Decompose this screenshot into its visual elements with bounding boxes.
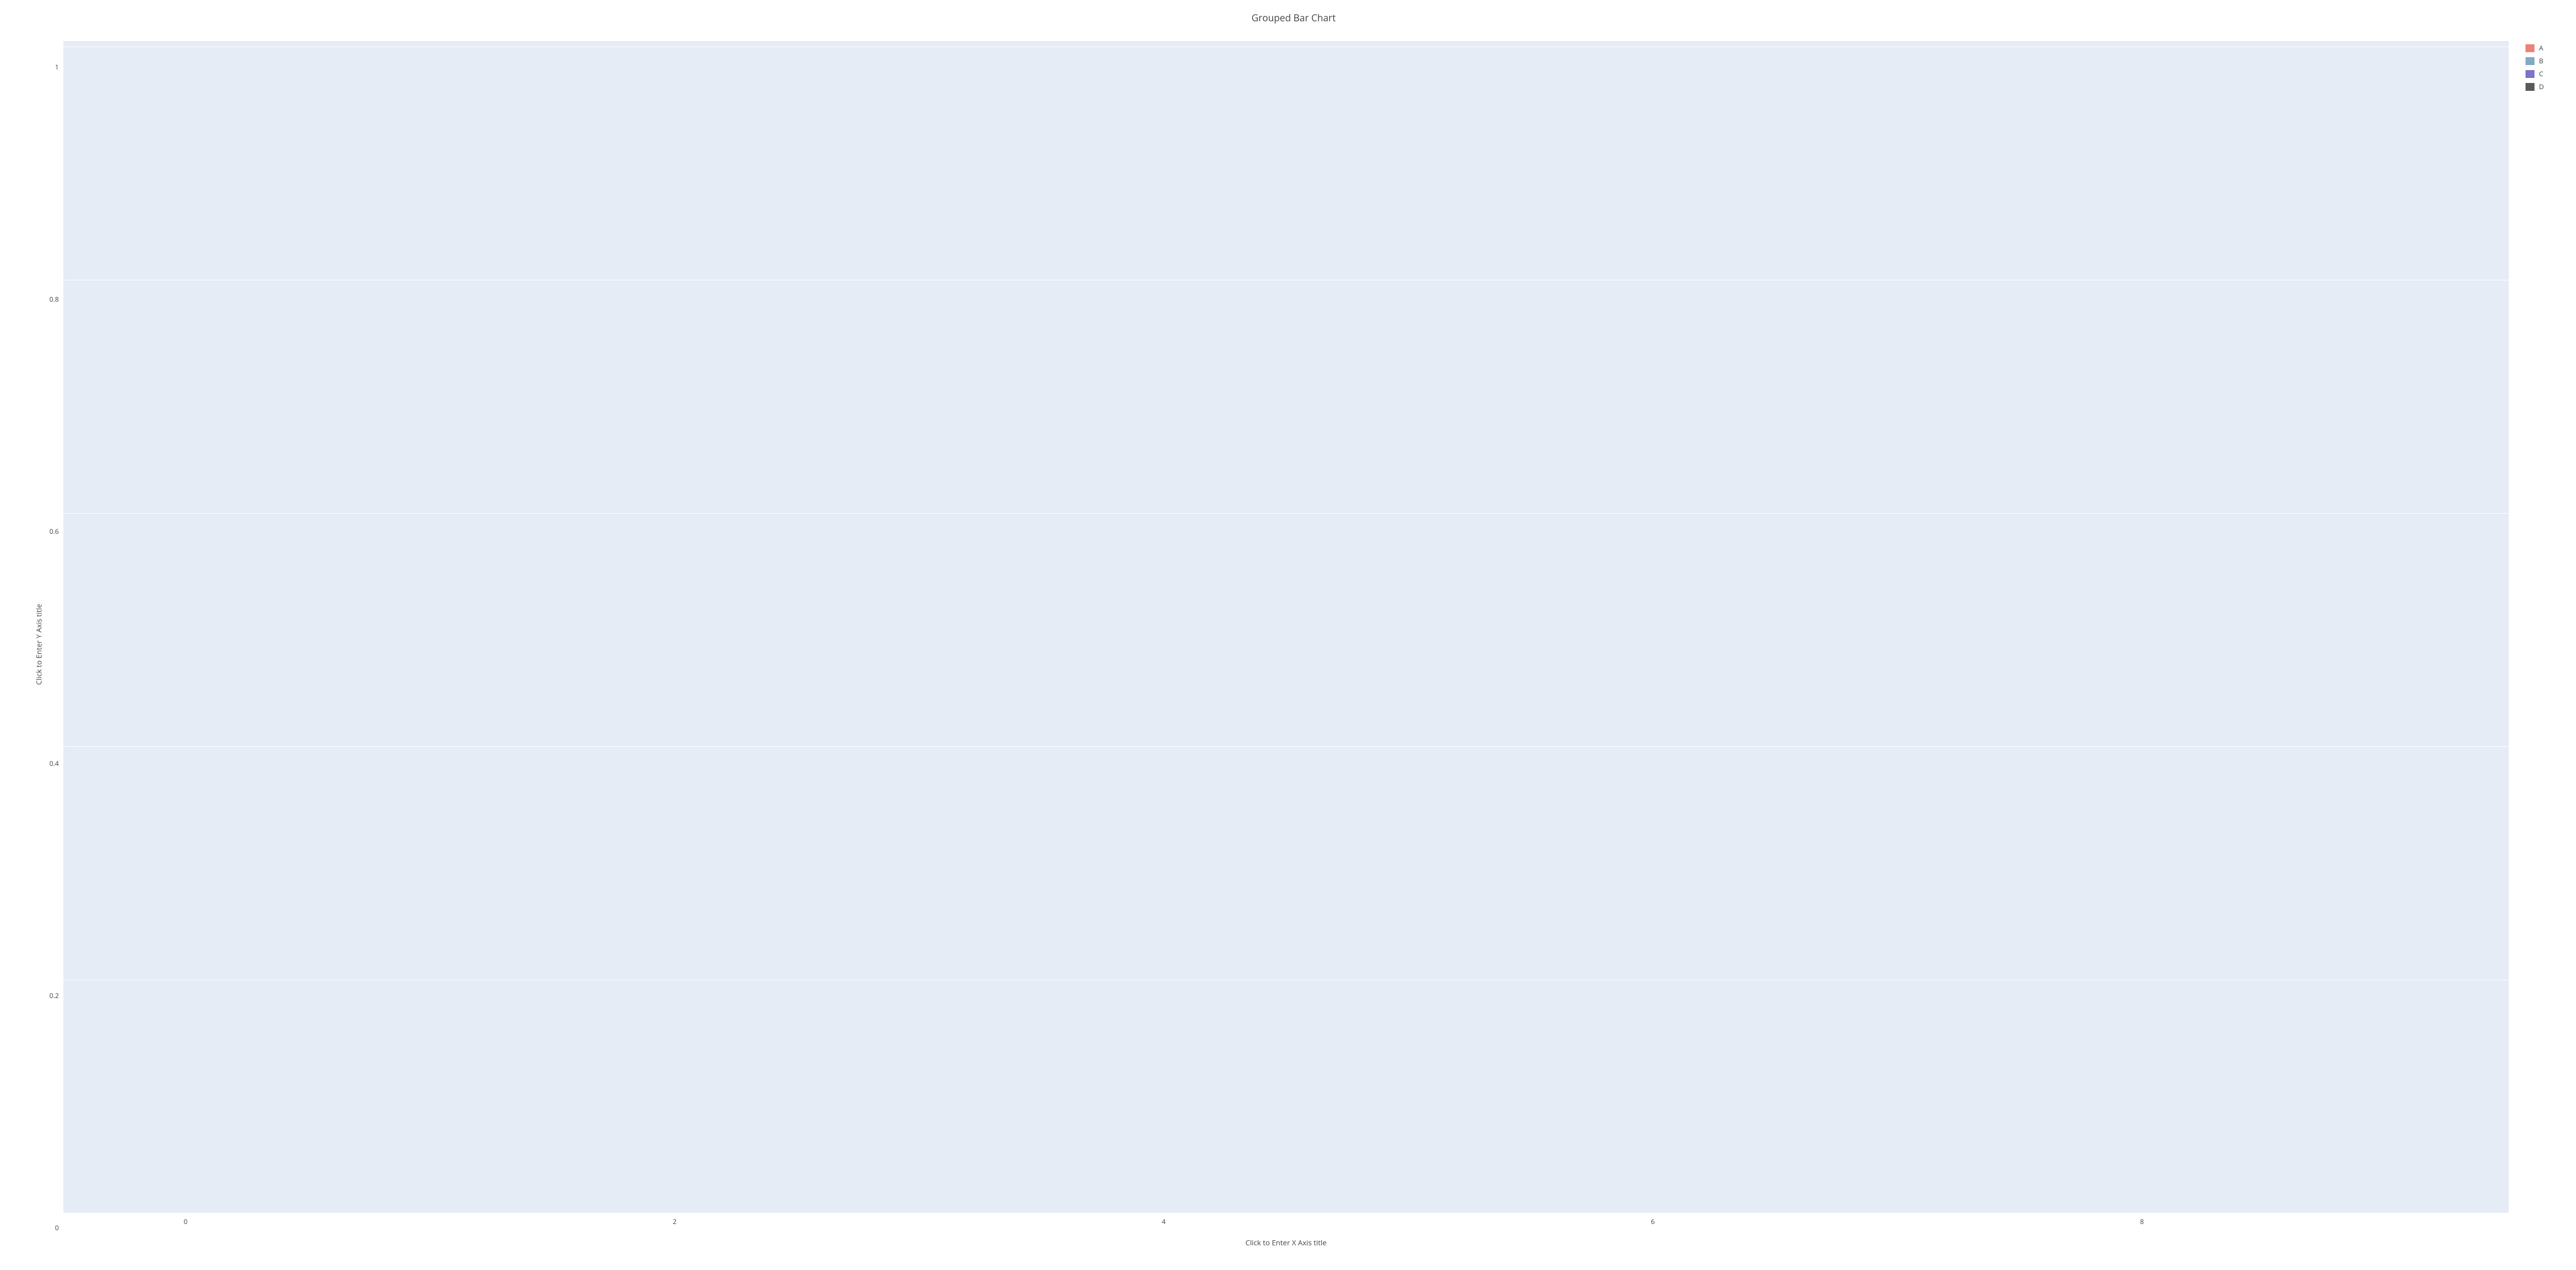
x-tick-label (2264, 1217, 2509, 1226)
y-tick-label: 0.8 (49, 294, 59, 304)
x-tick-label (308, 1217, 552, 1226)
y-axis-title[interactable]: Click to Enter Y Axis title (34, 604, 44, 685)
bar-group (1255, 47, 1553, 1213)
x-tick-label: 8 (2020, 1217, 2264, 1226)
x-tick-label (797, 1217, 1042, 1226)
y-tick-label: 0.6 (49, 527, 59, 536)
x-tick-label: 6 (1531, 1217, 1775, 1226)
bar-group (361, 47, 659, 1213)
y-tick-label: 0.4 (49, 759, 59, 768)
y-axis-region: Click to Enter Y Axis title 1 0.8 0.6 0.4 0.… (34, 41, 63, 1248)
chart-title[interactable]: Grouped Bar Chart (34, 11, 2554, 24)
plot-column: 0 2 4 6 8 Click to Enter X Axis title (63, 41, 2509, 1248)
bar-group (957, 47, 1255, 1213)
x-axis-title[interactable]: Click to Enter X Axis title (63, 1237, 2509, 1248)
x-tick-label: 4 (1042, 1217, 1286, 1226)
chart-main: Click to Enter Y Axis title 1 0.8 0.6 0.4 0.… (34, 41, 2509, 1248)
x-axis-ticks: 0 2 4 6 8 (63, 1213, 2509, 1226)
bars-layer (63, 47, 2509, 1213)
y-tick-label: 1 (55, 62, 59, 72)
bar-group (1851, 47, 2149, 1213)
bar-group (2149, 47, 2446, 1213)
bar-group (2446, 47, 2576, 1213)
x-tick-label (1775, 1217, 2020, 1226)
chart-body: Click to Enter Y Axis title 1 0.8 0.6 0.4 0.… (34, 41, 2554, 1248)
x-tick-label (1286, 1217, 1531, 1226)
y-axis-ticks: 1 0.8 0.6 0.4 0.2 0 (49, 57, 63, 1232)
chart-container: Grouped Bar Chart Click to Enter Y Axis … (0, 0, 2576, 1270)
bar-group (659, 47, 957, 1213)
bar-group (1553, 47, 1851, 1213)
plot-area[interactable] (63, 41, 2509, 1213)
x-tick-label: 2 (552, 1217, 797, 1226)
x-tick-label: 0 (63, 1217, 308, 1226)
y-tick-label: 0 (55, 1223, 59, 1232)
bar-group (63, 47, 361, 1213)
y-tick-label: 0.2 (49, 991, 59, 1000)
